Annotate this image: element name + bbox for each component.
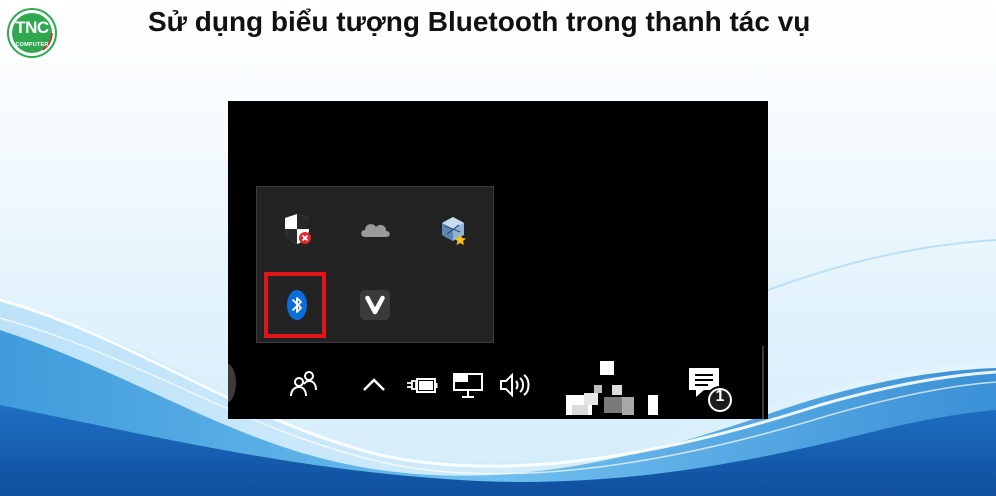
power-battery-icon[interactable] <box>404 367 440 408</box>
people-icon[interactable] <box>286 367 322 408</box>
taskbar-edge-element <box>228 363 236 403</box>
show-desktop-divider <box>762 346 764 419</box>
onedrive-cloud-icon[interactable] <box>355 209 395 249</box>
logo-subtext: COMPUTER <box>15 42 49 48</box>
windows-security-icon[interactable] <box>277 209 317 249</box>
page-title: Sử dụng biểu tượng Bluetooth trong thanh… <box>148 6 811 37</box>
show-hidden-icons-chevron-icon[interactable] <box>358 369 390 406</box>
volume-icon[interactable] <box>496 367 536 408</box>
app-v-icon[interactable] <box>355 285 395 325</box>
tnc-logo: TNC COMPUTER <box>6 8 58 58</box>
notification-count-badge: 1 <box>715 388 725 405</box>
network-icon[interactable] <box>450 367 486 408</box>
bluetooth-highlight-box <box>264 272 326 338</box>
logo-text: TNC <box>15 18 49 37</box>
taskbar-screenshot: 1 <box>228 101 768 419</box>
action-center-icon[interactable]: 1 <box>684 363 738 419</box>
pixelated-clock-area <box>564 355 664 419</box>
vpn-app-icon[interactable] <box>433 209 473 249</box>
